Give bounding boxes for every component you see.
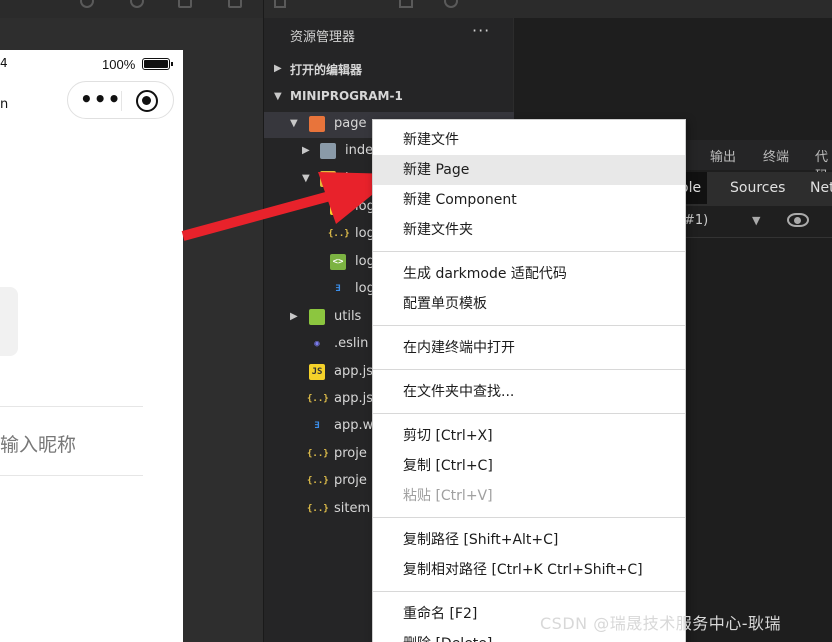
menu-item-copy[interactable]: 复制 [Ctrl+C] <box>373 451 685 481</box>
menu-separator <box>373 517 685 518</box>
json-file-icon: {..} <box>307 394 329 404</box>
chevron-down-icon: ▼ <box>274 91 282 102</box>
json-file-icon: {..} <box>307 504 329 514</box>
json-file-icon: {..} <box>307 476 329 486</box>
simulator-panel: 4 100% n ••• 输入昵称 <box>0 0 263 642</box>
more-actions-icon[interactable]: ··· <box>472 21 490 40</box>
extension-icon[interactable] <box>444 0 458 8</box>
js-file-icon: JS <box>309 364 325 380</box>
editor-toolbar <box>514 0 832 18</box>
chevron-right-icon: ▶ <box>290 311 298 322</box>
nav-title: n <box>0 97 9 112</box>
wxss-file-icon: ∃ <box>335 284 341 294</box>
menu-separator <box>373 369 685 370</box>
battery-percentage: 100% <box>102 57 136 72</box>
divider <box>0 406 143 407</box>
git-icon[interactable] <box>399 0 413 8</box>
menu-item-find-in-folder[interactable]: 在文件夹中查找... <box>373 377 685 407</box>
json-file-icon: {..} <box>328 229 350 239</box>
folder-icon <box>309 309 325 325</box>
watermark: CSDN @瑞晟技术服务中心-耿瑞 <box>540 614 781 633</box>
tab-network[interactable]: Netw <box>810 180 832 196</box>
json-file-icon: {..} <box>307 449 329 459</box>
chevron-down-icon: ▼ <box>302 173 310 184</box>
simulator-toolbar <box>0 0 263 18</box>
menu-item-cut[interactable]: 剪切 [Ctrl+X] <box>373 421 685 451</box>
chevron-down-icon: ▼ <box>290 118 298 129</box>
eye-icon[interactable] <box>787 213 809 227</box>
context-selector[interactable]: #1) <box>684 213 708 228</box>
phone-screen: 4 100% n ••• 输入昵称 <box>0 50 183 642</box>
refresh-icon[interactable] <box>80 0 94 8</box>
menu-item-new-component[interactable]: 新建 Component <box>373 185 685 215</box>
folder-icon <box>320 171 336 187</box>
stop-icon[interactable] <box>130 0 144 8</box>
tab-sources[interactable]: Sources <box>730 180 785 196</box>
wxss-file-icon: ∃ <box>314 421 320 431</box>
divider <box>0 475 143 476</box>
section-project[interactable]: ▼ MINIPROGRAM-1 <box>264 85 514 111</box>
chevron-right-icon: ▶ <box>274 63 282 74</box>
nickname-input[interactable]: 输入昵称 <box>0 430 76 457</box>
folder-icon <box>309 116 325 132</box>
screenshot-root: 4 100% n ••• 输入昵称 资源管理器 ··· ▶ 打开的编辑器 ▼ M… <box>0 0 832 642</box>
menu-item-page-template[interactable]: 配置单页模板 <box>373 289 685 319</box>
file-icon[interactable] <box>274 0 286 8</box>
tab-terminal[interactable]: 终端 <box>763 146 789 165</box>
caret-down-icon[interactable]: ▼ <box>752 214 760 227</box>
avatar-button[interactable] <box>0 287 18 356</box>
menu-separator <box>373 251 685 252</box>
wxml-file-icon: <> <box>330 254 346 270</box>
more-dots-icon[interactable]: ••• <box>80 89 121 109</box>
menu-item-new-file[interactable]: 新建文件 <box>373 125 685 155</box>
menu-item-generate-darkmode[interactable]: 生成 darkmode 适配代码 <box>373 259 685 289</box>
tab-output[interactable]: 输出 <box>710 146 736 165</box>
menu-separator <box>373 591 685 592</box>
menu-item-paste: 粘贴 [Ctrl+V] <box>403 488 493 504</box>
explorer-toolbar <box>264 0 514 18</box>
menu-item-open-terminal[interactable]: 在内建终端中打开 <box>373 333 685 363</box>
battery-icon <box>142 58 173 70</box>
menu-item-new-page[interactable]: 新建 Page <box>373 155 685 185</box>
status-bar-time: 4 <box>0 56 8 70</box>
menu-separator <box>373 413 685 414</box>
capsule-menu: ••• <box>67 81 174 119</box>
menu-item-copy-relative-path[interactable]: 复制相对路径 [Ctrl+K Ctrl+Shift+C] <box>373 555 685 585</box>
js-file-icon: JS <box>330 199 346 215</box>
chevron-right-icon: ▶ <box>302 145 310 156</box>
menu-item-new-folder[interactable]: 新建文件夹 <box>373 215 685 245</box>
window-icon[interactable] <box>228 0 242 8</box>
close-target-icon[interactable] <box>136 90 158 112</box>
explorer-title: 资源管理器 <box>290 30 356 45</box>
folder-icon <box>320 143 336 159</box>
eslint-icon: ◉ <box>314 339 320 349</box>
menu-separator <box>373 325 685 326</box>
device-icon[interactable] <box>178 0 192 8</box>
context-menu: 新建文件 新建 Page 新建 Component 新建文件夹 生成 darkm… <box>372 119 686 642</box>
menu-item-copy-path[interactable]: 复制路径 [Shift+Alt+C] <box>373 525 685 555</box>
section-open-editors[interactable]: ▶ 打开的编辑器 <box>264 57 514 83</box>
